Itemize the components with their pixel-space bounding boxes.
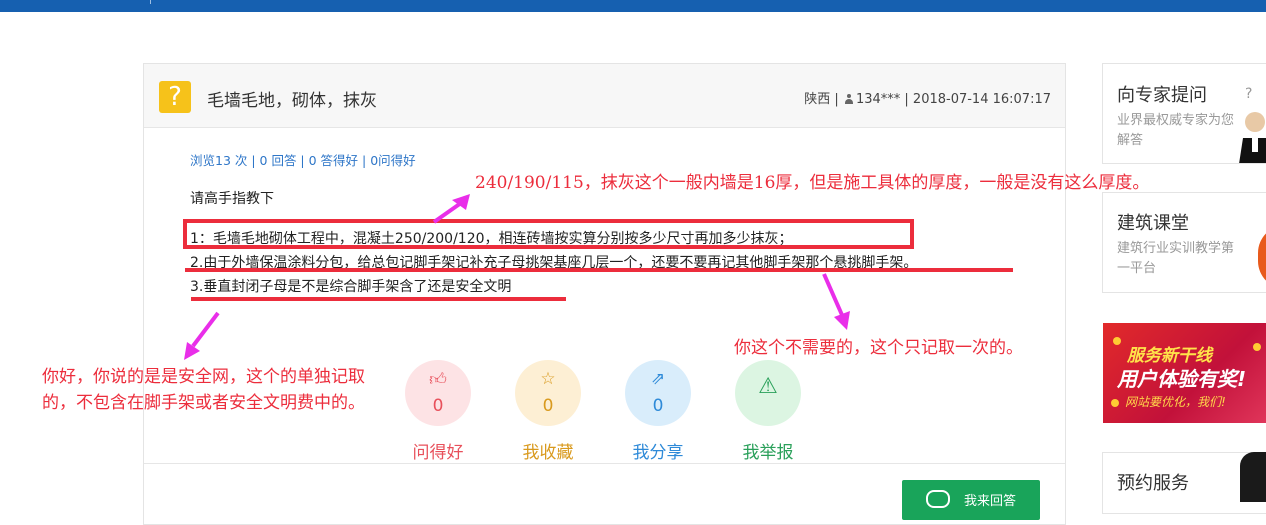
chat-bubble-icon xyxy=(926,490,950,508)
annotation-top: 240/190/115，抹灰这个一般内墙是16厚，但是施工具体的厚度，一般是没有… xyxy=(475,173,1150,193)
meta-time: 2018-07-14 16:07:17 xyxy=(912,92,1051,107)
annotation-underline xyxy=(191,297,566,301)
course-logo-icon xyxy=(1258,225,1266,289)
annotation-middle: 你这个不需要的，这个只记取一次的。 xyxy=(734,338,1023,358)
share-button[interactable]: ⇗ 0 我分享 xyxy=(625,360,691,463)
share-label: 我分享 xyxy=(632,443,684,463)
favorite-button[interactable]: ☆ 0 我收藏 xyxy=(515,360,581,463)
share-icon: ⇗ xyxy=(650,369,666,389)
favorite-label: 我收藏 xyxy=(522,443,574,463)
building-class-subtitle: 建筑行业实训教学第一平台 xyxy=(1117,241,1235,276)
building-class-title: 建筑课堂 xyxy=(1117,213,1189,234)
banner-line3: 网站要优化，我们! xyxy=(1125,395,1226,409)
booking-service-title: 预约服务 xyxy=(1117,473,1189,494)
question-mark-icon: ? xyxy=(159,81,191,113)
meta-user[interactable]: 134*** xyxy=(856,92,900,107)
good-question-label: 问得好 xyxy=(412,443,464,463)
banner-line2: 用户体验有奖! xyxy=(1117,367,1247,391)
thumbs-up-icon: 👍︎ xyxy=(429,370,447,390)
ask-expert-title: 向专家提问 xyxy=(1117,85,1207,106)
annotation-underline xyxy=(185,268,1013,272)
answer-button[interactable]: 我来回答 xyxy=(902,480,1040,520)
ask-expert-panel[interactable]: 向专家提问 业界最权威专家为您解答 ? xyxy=(1102,63,1266,164)
question-body-line: 3.垂直封闭子母是不是综合脚手架含了还是安全文明 xyxy=(190,279,512,295)
question-stats: 浏览13 次 | 0 回答 | 0 答得好 | 0问得好 xyxy=(190,153,416,168)
divider xyxy=(144,463,1065,464)
question-meta: 陕西 | 134*** | 2018-07-14 16:07:17 xyxy=(804,92,1051,107)
svg-text:?: ? xyxy=(1245,86,1252,102)
building-class-panel[interactable]: 建筑课堂 建筑行业实训教学第一平台 xyxy=(1102,192,1266,293)
report-label: 我举报 xyxy=(742,443,794,463)
annotation-highlight-box xyxy=(183,219,914,249)
user-icon xyxy=(844,94,853,104)
star-icon: ☆ xyxy=(540,369,556,389)
report-button[interactable]: ⚠ 我举报 xyxy=(735,360,801,463)
annotation-left: 你好，你说的是是安全网，这个的单独记取的，不包含在脚手架或者安全文明费中的。 xyxy=(42,367,365,413)
good-question-button[interactable]: 👍︎ 0 问得好 xyxy=(405,360,471,463)
promo-banner[interactable]: 服务新干线 用户体验有奖! 网站要优化，我们! xyxy=(1103,323,1266,423)
service-avatar-icon xyxy=(1240,452,1266,502)
warning-icon: ⚠ xyxy=(758,374,778,399)
question-title: 毛墙毛地，砌体，抹灰 xyxy=(207,91,377,111)
question-card: ? 毛墙毛地，砌体，抹灰 陕西 | 134*** | 2018-07-14 16… xyxy=(143,63,1066,525)
question-header: ? 毛墙毛地，砌体，抹灰 陕西 | 134*** | 2018-07-14 16… xyxy=(144,64,1065,128)
expert-avatar-icon: ? xyxy=(1239,86,1266,163)
meta-region[interactable]: 陕西 xyxy=(804,92,830,107)
question-body-line: 请高手指教下 xyxy=(190,191,274,207)
ask-expert-subtitle: 业界最权威专家为您解答 xyxy=(1117,113,1235,148)
top-navigation-bar xyxy=(0,0,1266,12)
